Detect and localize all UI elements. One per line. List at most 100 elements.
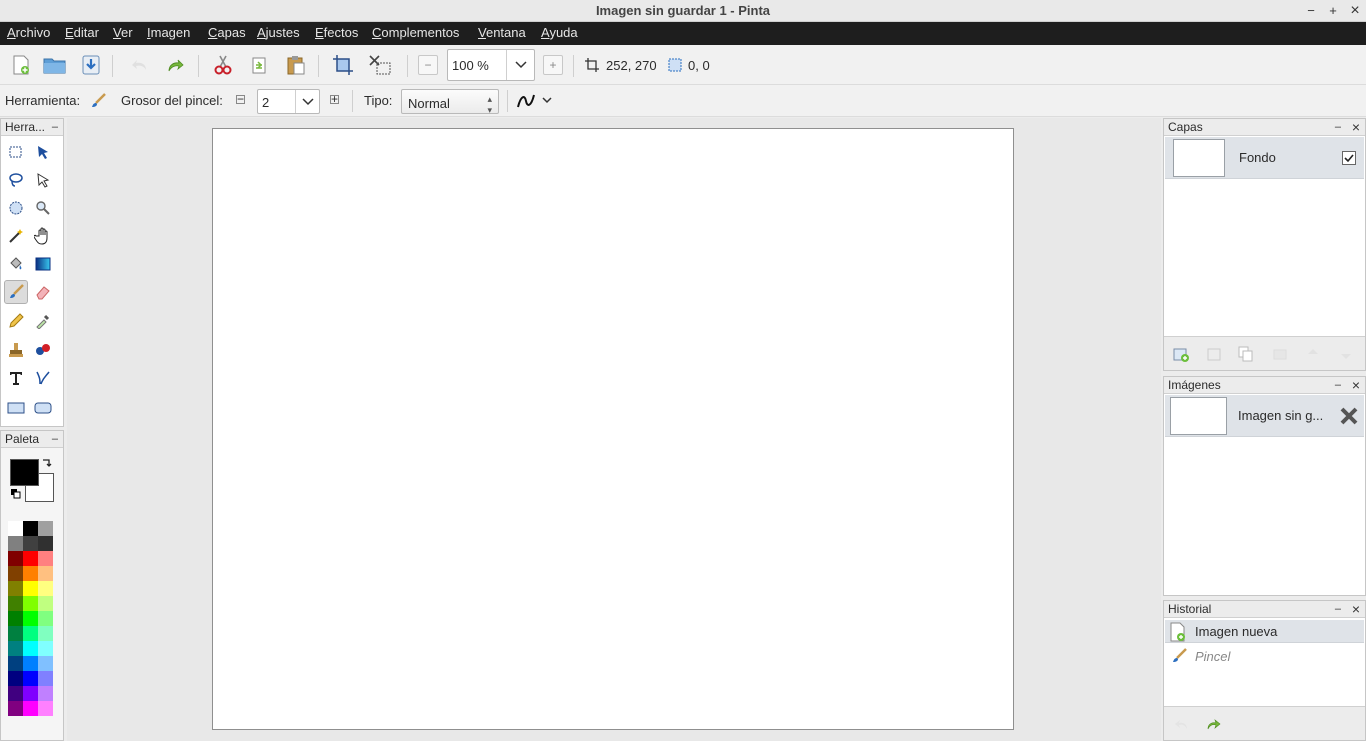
delete-layer-icon[interactable]	[1206, 346, 1222, 362]
rectangle-tool[interactable]	[4, 396, 28, 420]
palette-swatch[interactable]	[8, 611, 23, 626]
palette-swatch[interactable]	[23, 596, 38, 611]
menu-archivo[interactable]: Archivo	[7, 25, 50, 40]
merge-layer-icon[interactable]	[1272, 346, 1288, 362]
zoom-combobox[interactable]: 100 %	[447, 49, 535, 81]
brush-type-value[interactable]: Normal	[408, 96, 450, 111]
palette-swatch[interactable]	[38, 521, 53, 536]
rectangle-select-tool[interactable]	[4, 140, 28, 164]
open-button[interactable]	[42, 53, 68, 77]
brush-width-value[interactable]: 2	[262, 95, 269, 110]
palette-swatch[interactable]	[38, 686, 53, 701]
palette-swatch[interactable]	[38, 656, 53, 671]
palette-swatch[interactable]	[23, 626, 38, 641]
palette-swatch[interactable]	[23, 566, 38, 581]
history-undo-icon[interactable]	[1174, 716, 1190, 732]
menu-ventana[interactable]: Ventana	[478, 25, 526, 40]
images-panel-minimize[interactable]: –	[1335, 377, 1341, 393]
minimize-button[interactable]: −	[1302, 2, 1320, 20]
layer-visible-checkbox[interactable]	[1342, 151, 1356, 165]
menu-capas[interactable]: Capas	[208, 25, 246, 40]
palette-swatch[interactable]	[38, 566, 53, 581]
images-panel-close[interactable]: ×	[1352, 377, 1360, 393]
swap-colors-icon[interactable]	[41, 458, 53, 470]
add-layer-icon[interactable]	[1173, 346, 1189, 362]
eraser-tool[interactable]	[31, 280, 55, 304]
chevron-down-icon[interactable]	[295, 90, 319, 113]
zoom-value[interactable]: 100 %	[452, 58, 489, 73]
palette-swatch[interactable]	[23, 671, 38, 686]
palette-swatch[interactable]	[38, 596, 53, 611]
primary-color-swatch[interactable]	[10, 459, 39, 486]
palette-swatch[interactable]	[23, 641, 38, 656]
menu-editar[interactable]: Editar	[65, 25, 99, 40]
menu-imagen[interactable]: Imagen	[147, 25, 190, 40]
new-image-button[interactable]	[8, 53, 34, 77]
palette-swatch[interactable]	[8, 671, 23, 686]
paint-bucket-tool[interactable]	[4, 252, 28, 276]
maximize-button[interactable]: +	[1324, 2, 1342, 20]
paintbrush-tool[interactable]	[4, 280, 28, 304]
palette-swatch[interactable]	[8, 581, 23, 596]
close-image-icon[interactable]	[1339, 406, 1359, 426]
zoom-in-button[interactable]: +	[543, 55, 563, 75]
duplicate-layer-icon[interactable]	[1238, 346, 1254, 362]
crop-to-selection-button[interactable]	[330, 53, 356, 77]
move-layer-up-icon[interactable]	[1305, 346, 1321, 362]
palette-swatch[interactable]	[38, 536, 53, 551]
layers-panel-close[interactable]: ×	[1352, 119, 1360, 135]
decrease-brush-button[interactable]: −	[236, 93, 245, 105]
palette-swatch[interactable]	[8, 566, 23, 581]
rounded-rectangle-tool[interactable]	[31, 396, 55, 420]
redo-button[interactable]	[162, 53, 188, 77]
palette-swatch[interactable]	[8, 596, 23, 611]
move-selected-tool[interactable]	[31, 140, 55, 164]
brush-type-combobox[interactable]: Normal ▴ ▾	[401, 89, 499, 115]
palette-swatch[interactable]	[8, 686, 23, 701]
save-button[interactable]	[78, 53, 104, 77]
chevron-down-icon[interactable]	[506, 50, 534, 80]
reset-colors-icon[interactable]	[11, 489, 21, 499]
palette-swatch[interactable]	[8, 626, 23, 641]
menu-complementos[interactable]: Complementos	[372, 25, 459, 40]
increase-brush-button[interactable]: +	[330, 93, 339, 105]
history-panel-close[interactable]: ×	[1352, 601, 1360, 617]
palette-swatch[interactable]	[23, 551, 38, 566]
drawing-canvas[interactable]	[212, 128, 1014, 730]
history-item[interactable]: Imagen nueva	[1165, 620, 1364, 643]
palette-swatch[interactable]	[38, 551, 53, 566]
zoom-tool[interactable]	[31, 196, 55, 220]
move-layer-down-icon[interactable]	[1338, 346, 1354, 362]
cut-button[interactable]	[210, 53, 236, 77]
history-redo-icon[interactable]	[1205, 716, 1221, 732]
image-row[interactable]: Imagen sin g...	[1165, 395, 1364, 437]
magic-wand-tool[interactable]	[4, 224, 28, 248]
text-tool[interactable]	[4, 366, 28, 390]
undo-button[interactable]	[127, 53, 153, 77]
line-curve-tool[interactable]	[31, 366, 55, 390]
gradient-tool[interactable]	[31, 252, 55, 276]
palette-swatch[interactable]	[23, 686, 38, 701]
palette-swatch[interactable]	[23, 656, 38, 671]
pencil-tool[interactable]	[4, 309, 28, 333]
palette-swatch[interactable]	[23, 581, 38, 596]
recolor-tool[interactable]	[31, 338, 55, 362]
menu-ver[interactable]: Ver	[113, 25, 133, 40]
palette-swatch[interactable]	[23, 521, 38, 536]
pan-tool[interactable]	[31, 224, 55, 248]
lasso-select-tool[interactable]	[4, 168, 28, 192]
history-panel-minimize[interactable]: –	[1335, 601, 1341, 617]
palette-swatch[interactable]	[38, 611, 53, 626]
deselect-button[interactable]	[367, 53, 393, 77]
palette-swatch[interactable]	[8, 701, 23, 716]
history-item[interactable]: Pincel	[1165, 644, 1364, 668]
tools-panel-collapse[interactable]: –	[52, 119, 58, 135]
layers-panel-minimize[interactable]: –	[1335, 119, 1341, 135]
palette-swatch[interactable]	[23, 701, 38, 716]
zoom-out-button[interactable]: −	[418, 55, 438, 75]
palette-swatch[interactable]	[38, 701, 53, 716]
palette-swatch[interactable]	[8, 641, 23, 656]
close-window-button[interactable]: ×	[1346, 2, 1364, 20]
menu-efectos[interactable]: Efectos	[315, 25, 358, 40]
palette-swatch[interactable]	[8, 551, 23, 566]
